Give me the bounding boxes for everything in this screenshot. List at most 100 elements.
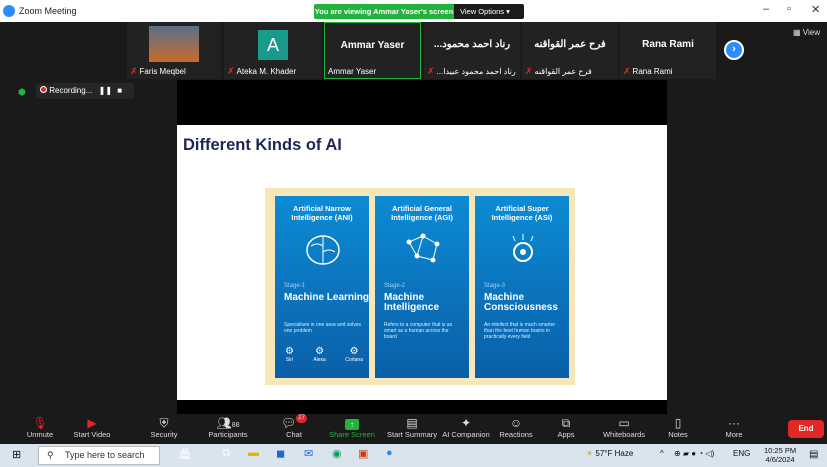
mic-off-icon: ✗	[623, 66, 631, 76]
date-label: 4/6/2024	[765, 455, 795, 464]
clock[interactable]: 10:25 PM 4/6/2024	[764, 446, 796, 464]
store-icon[interactable]: ◼	[276, 447, 285, 460]
record-dot-icon	[40, 86, 47, 93]
participants-label: Participants	[208, 430, 248, 439]
whiteboards-button[interactable]: ▭ Whiteboards	[594, 414, 654, 444]
ani-panel: Artificial Narrow Intelligence (ANI) Sta…	[272, 193, 372, 381]
panel-desc: Specialises in one area and solves one p…	[284, 322, 361, 334]
mic-off-icon: ✗	[525, 66, 533, 76]
gear-brain-icon	[512, 234, 534, 262]
more-button[interactable]: ··· More	[704, 414, 764, 444]
mic-off-icon: 🎙︎	[32, 416, 48, 430]
robot-icon: ⚙	[315, 346, 325, 357]
castle-widget-icon[interactable]: 🏯︎	[178, 447, 192, 460]
windows-start-icon[interactable]: ⊞	[12, 448, 21, 461]
shield-icon: ⬢	[18, 87, 26, 97]
icon-label: Cortana	[345, 357, 363, 363]
view-options-button[interactable]: View Options ▾	[454, 4, 524, 19]
participant-tile[interactable]: ✗ Faris Meqbel	[127, 22, 221, 79]
chat-button[interactable]: 💬︎ 27 Chat	[264, 414, 324, 444]
participant-tile[interactable]: فرح عمر القواقنه ✗ فرح عمر القواقنه	[522, 22, 618, 79]
time-label: 10:25 PM	[764, 446, 797, 455]
more-dots-icon: ···	[728, 416, 740, 430]
participant-tile-name: ...رناد احمد محمود	[433, 39, 511, 50]
panel-name: Machine Consciousness	[484, 292, 558, 313]
panel-stage: Stage-2	[384, 283, 406, 289]
chat-icon: 💬︎ 27	[281, 414, 307, 430]
participants-button[interactable]: 👥︎88 Participants	[198, 414, 258, 444]
start-summary-button[interactable]: ▤ Start Summary	[382, 414, 442, 444]
panel-heading: Artificial Narrow Intelligence (ANI)	[291, 204, 353, 222]
file-explorer-icon[interactable]: ▬	[248, 447, 259, 459]
panel-stage: Stage-3	[484, 283, 506, 289]
participant-tile-name: Ammar Yaser	[340, 40, 405, 51]
notification-icon[interactable]: ▤	[809, 449, 818, 460]
title-bar: Zoom Meeting You are viewing Ammar Yaser…	[0, 0, 827, 22]
whiteboard-icon: ▭	[618, 416, 630, 430]
start-video-button[interactable]: ▶︎ Start Video	[62, 414, 122, 444]
weather-icon: ☀	[586, 449, 594, 458]
participant-tile[interactable]: A ✗ Ateka M. Khader	[224, 22, 322, 79]
security-label: Security	[150, 430, 178, 439]
participant-label: Rana Rami	[632, 67, 673, 76]
apps-button[interactable]: ⧉ Apps	[536, 414, 596, 444]
end-button[interactable]: End	[788, 420, 824, 438]
participant-label: ...رناد احمد محمود عبيدا	[436, 67, 516, 76]
mic-off-icon: ✗	[130, 66, 138, 76]
search-placeholder: Type here to search	[65, 450, 145, 460]
avatar: A	[258, 30, 288, 60]
participant-label: Faris Meqbel	[139, 67, 186, 76]
view-button[interactable]: ▦ View	[793, 28, 820, 37]
share-screen-icon: ↑	[322, 414, 382, 430]
pause-icon[interactable]: ❚❚	[99, 86, 112, 95]
panel-desc: An intellect that is much smarter than t…	[484, 322, 556, 340]
apps-label: Apps	[557, 430, 575, 439]
robot-icon: ⚙	[349, 346, 359, 357]
tray-chevron-icon[interactable]: ^	[660, 449, 664, 458]
security-button[interactable]: ⛨ Security	[134, 414, 194, 444]
participant-label: فرح عمر القواقنه	[534, 67, 592, 76]
mail-icon[interactable]: ✉	[304, 447, 313, 460]
zoom-logo-icon	[3, 5, 15, 17]
recording-label: Recording...	[49, 86, 93, 95]
panel-stage: Stage-1	[284, 283, 306, 289]
mic-off-icon: ✗	[427, 66, 435, 76]
panel-name: Machine Learning	[284, 292, 370, 303]
unmute-label: Unmute	[26, 430, 54, 439]
powerpoint-icon[interactable]: ▣	[358, 447, 368, 460]
agi-panel: Artificial General Intelligence (AGI) St…	[372, 193, 472, 381]
close-icon[interactable]: ✕	[811, 3, 820, 16]
weather-widget[interactable]: ☀ 57°F Haze	[586, 449, 633, 458]
network-icon	[406, 233, 440, 263]
asi-panel: Artificial Super Intelligence (ASI) Stag…	[472, 193, 572, 381]
task-view-icon[interactable]: ⧉	[222, 447, 230, 460]
panel-name: Machine Intelligence	[384, 292, 440, 313]
participant-tile-name: Rana Rami	[642, 39, 694, 50]
next-page-button[interactable]: ›	[724, 40, 744, 60]
zoom-taskbar-icon[interactable]: ●	[386, 447, 393, 459]
chrome-icon[interactable]: ◉	[332, 447, 342, 460]
taskbar-search-input[interactable]: ⚲ Type here to search	[38, 446, 160, 465]
slide-title: Different Kinds of AI	[183, 136, 342, 154]
participant-tile-active[interactable]: Ammar Yaser Ammar Yaser	[324, 22, 421, 79]
chat-label: Chat	[286, 430, 302, 439]
notes-button[interactable]: ▯ Notes	[648, 414, 708, 444]
minimize-icon[interactable]: –	[763, 3, 769, 15]
window-title: Zoom Meeting	[19, 6, 77, 16]
unmute-button[interactable]: 🎙︎ Unmute	[10, 414, 70, 444]
video-off-icon: ▶︎	[87, 416, 97, 430]
participant-tile[interactable]: ...رناد احمد محمود ✗ ...رناد احمد محمود ع…	[424, 22, 520, 79]
participant-tile-name: فرح عمر القواقنه	[534, 39, 606, 50]
participant-label: Ammar Yaser	[328, 67, 377, 76]
tray-icons[interactable]: ⊕ ▰ ● ◔ ◁)	[674, 449, 714, 458]
participant-tile[interactable]: Rana Rami ✗ Rana Rami	[620, 22, 716, 79]
maximize-icon[interactable]: ▫	[787, 3, 791, 15]
participant-label: Ateka M. Khader	[236, 67, 297, 76]
recording-indicator: Recording... ❚❚ ■	[36, 83, 134, 99]
share-screen-button[interactable]: ↑ Share Screen	[322, 414, 382, 444]
view-options-label: View Options	[460, 7, 505, 16]
stop-icon[interactable]: ■	[117, 86, 122, 95]
participants-count: 88	[231, 422, 240, 429]
notes-icon: ▯	[674, 416, 682, 430]
language-indicator[interactable]: ENG	[733, 449, 750, 458]
